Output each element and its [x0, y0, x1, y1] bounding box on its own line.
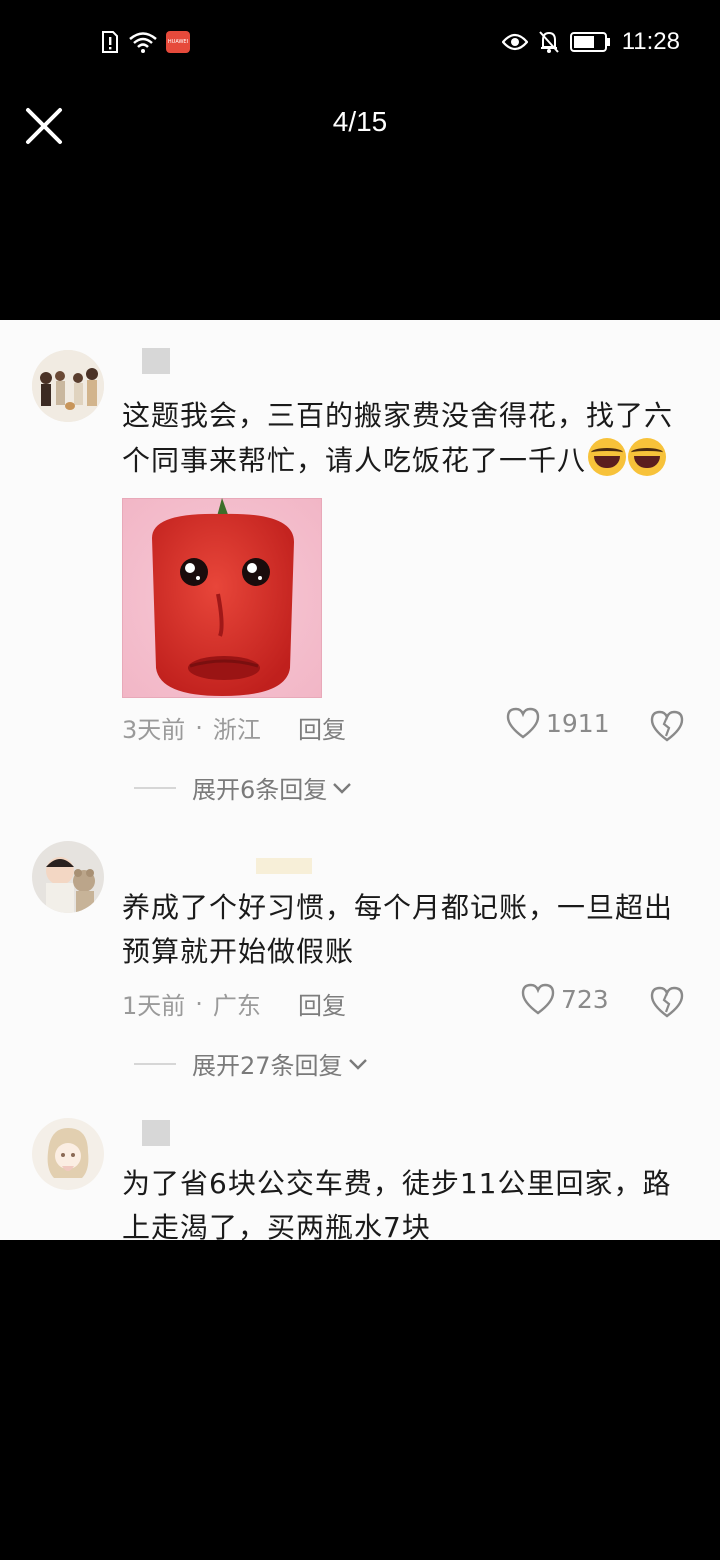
sim-alert-icon	[102, 31, 118, 53]
expand-replies[interactable]: 展开27条回复	[134, 1046, 369, 1081]
eye-icon	[501, 33, 528, 51]
like-count: 723	[561, 984, 609, 1014]
like-button[interactable]: 1911	[506, 707, 610, 739]
avatar[interactable]	[32, 350, 104, 422]
username-redacted	[142, 1120, 170, 1146]
comment-screenshot: 这题我会，三百的搬家费没舍得花，找了六个同事来帮忙，请人吃饭花了一千八 3天前	[0, 320, 720, 1240]
username-redacted	[142, 348, 170, 374]
comment-location: 广东	[212, 992, 261, 1020]
status-left-icons: HUAWEI	[100, 28, 190, 56]
reply-button[interactable]: 回复	[298, 710, 346, 745]
comment-text: 这题我会，三百的搬家费没舍得花，找了六个同事来帮忙，请人吃饭花了一千八	[122, 399, 674, 477]
comment-location: 浙江	[212, 716, 261, 744]
comment-time: 3天前	[122, 716, 186, 744]
username-redacted	[256, 858, 312, 874]
comment-meta: 1天前 · 广东	[122, 986, 261, 1021]
avatar[interactable]	[32, 841, 104, 913]
laughing-emoji-icon	[588, 438, 627, 476]
status-time: 11:28	[621, 28, 680, 55]
like-button[interactable]: 723	[521, 983, 609, 1015]
like-count: 1911	[546, 708, 610, 738]
huawei-app-badge: HUAWEI	[166, 31, 190, 53]
comment-meta: 3天前 · 浙江	[122, 710, 261, 745]
broken-heart-icon[interactable]	[650, 709, 684, 743]
chevron-down-icon	[333, 782, 352, 794]
heart-icon	[521, 983, 555, 1015]
heart-icon	[506, 707, 540, 739]
bell-off-icon	[538, 31, 559, 53]
status-bar: HUAWEI 11:28	[0, 0, 720, 84]
image-counter: 4/15	[332, 106, 388, 137]
comment-text: 养成了个好习惯，每个月都记账，一旦超出预算就开始做假账	[122, 891, 674, 968]
comment-image[interactable]	[122, 498, 322, 698]
avatar[interactable]	[32, 1118, 104, 1190]
laughing-emoji-icon	[628, 438, 667, 476]
expand-replies[interactable]: 展开6条回复	[134, 770, 353, 805]
expand-replies-label: 展开27条回复	[192, 1052, 343, 1080]
status-right-icons: 11:28	[501, 28, 680, 56]
battery-icon	[569, 32, 610, 52]
expand-replies-label: 展开6条回复	[192, 776, 328, 804]
chevron-down-icon	[348, 1058, 367, 1070]
wifi-icon	[129, 32, 157, 53]
divider	[134, 1062, 176, 1065]
comment-text: 为了省6块公交车费，徒步11公里回家，路上走渴了，买两瓶水7块	[122, 1167, 672, 1240]
reply-button[interactable]: 回复	[298, 986, 346, 1021]
broken-heart-icon[interactable]	[650, 985, 684, 1019]
comment-time: 1天前	[122, 992, 186, 1020]
divider	[134, 786, 176, 789]
